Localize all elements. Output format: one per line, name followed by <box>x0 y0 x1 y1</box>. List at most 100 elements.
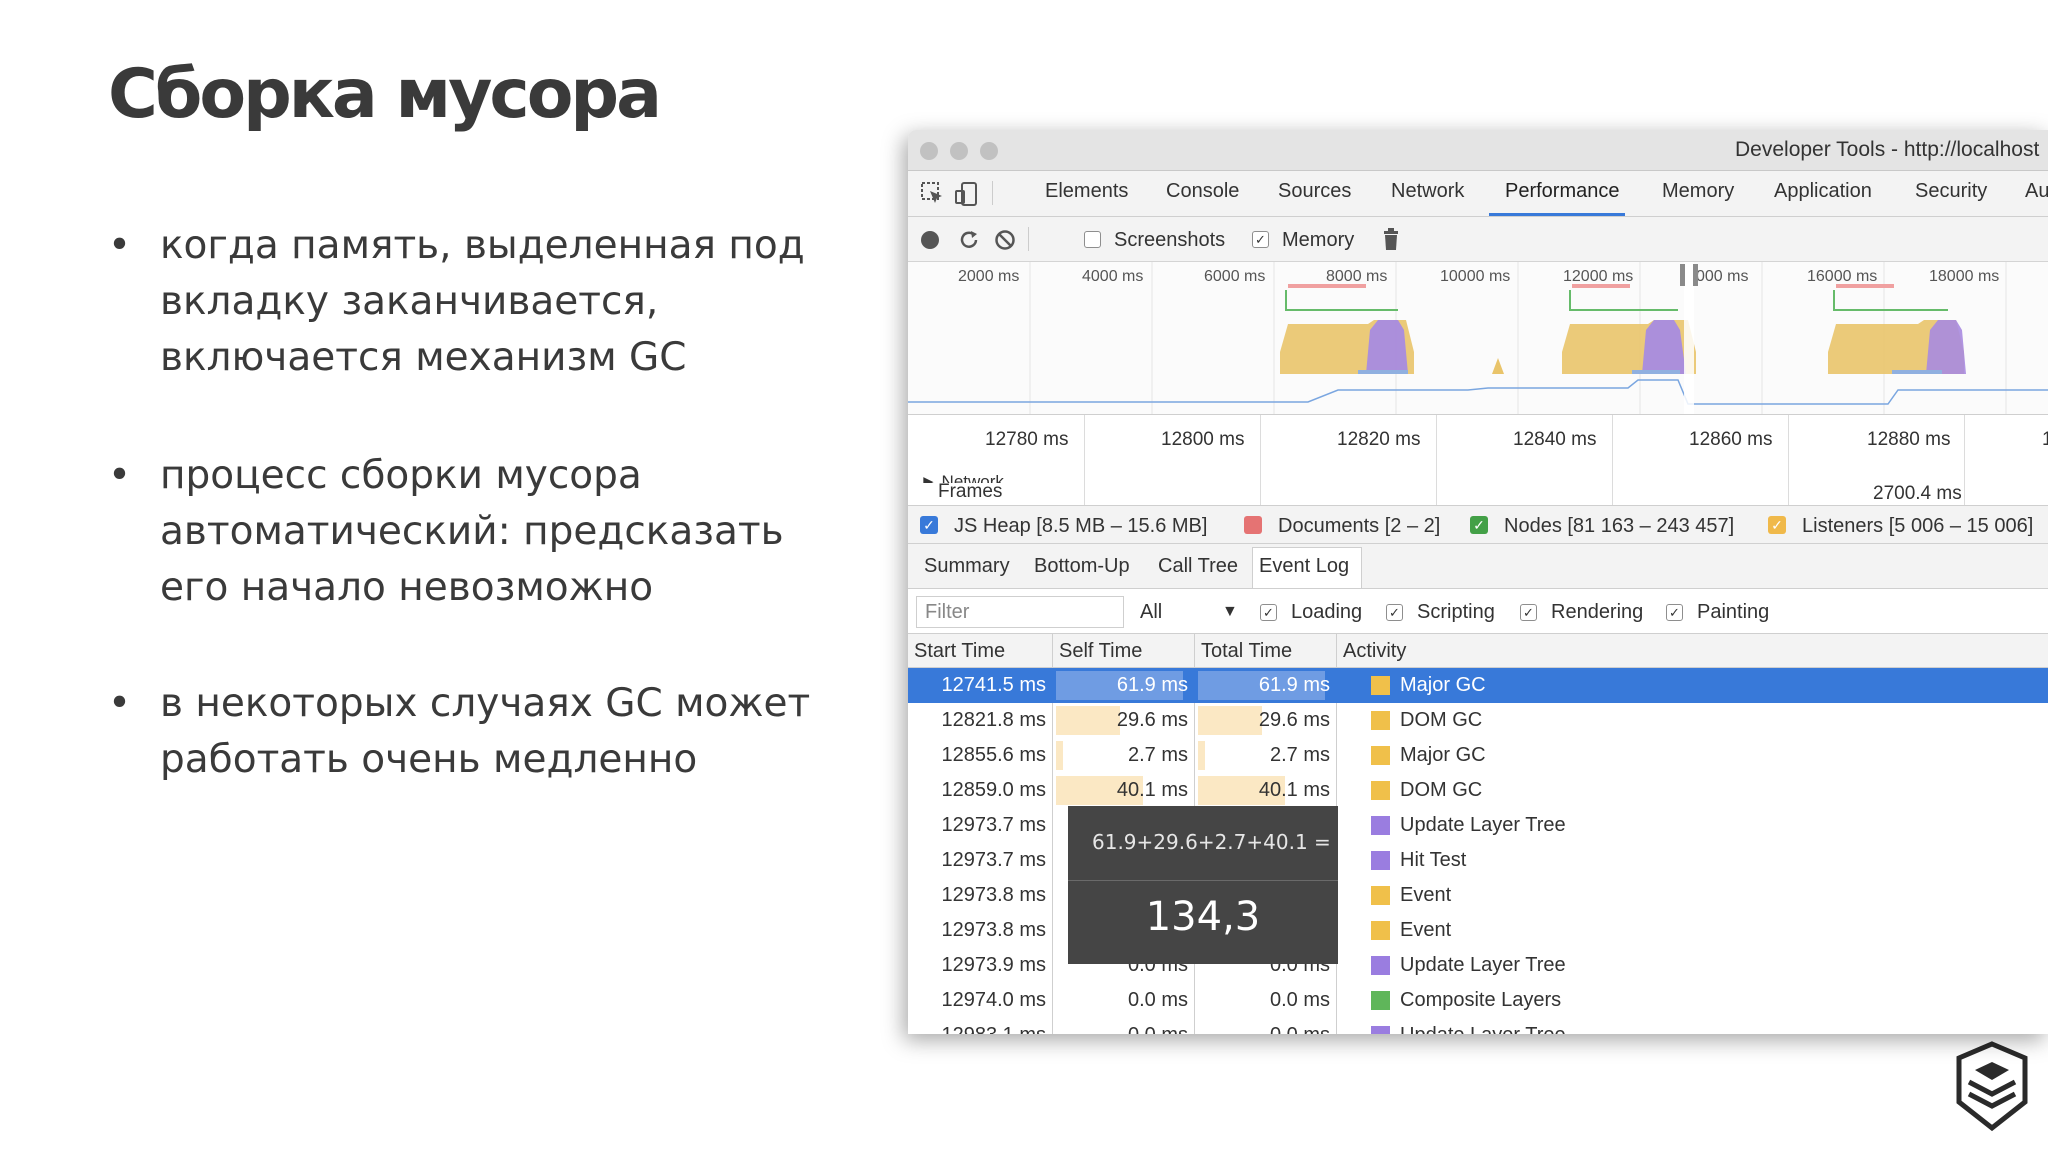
bullet-marker: • <box>108 223 132 268</box>
nodes-label: Nodes [81 163 – 243 457] <box>1504 515 1735 537</box>
start-time-cell: 12973.9 ms <box>941 954 1046 976</box>
activity-color-swatch <box>1371 956 1390 975</box>
total-time-cell: 2.7 ms <box>1269 744 1330 766</box>
trash-icon[interactable] <box>1382 227 1400 251</box>
column-start-time[interactable]: Start Time <box>914 640 1005 663</box>
start-time-cell: 12855.6 ms <box>941 744 1046 766</box>
memory-checkbox[interactable]: ✓ <box>1252 231 1269 248</box>
ruler-tick: 12840 ms <box>1513 429 1597 450</box>
bullet-line: процесс сборки мусора <box>160 453 642 498</box>
start-time-cell: 12741.5 ms <box>941 674 1046 696</box>
activity-color-swatch <box>1371 921 1390 940</box>
self-time-cell: 0.0 ms <box>1128 1024 1188 1034</box>
reload-icon[interactable] <box>958 229 980 251</box>
subtab-bottom-up[interactable]: Bottom-Up <box>1034 555 1130 578</box>
chevron-down-icon[interactable]: ▼ <box>1222 603 1238 621</box>
activity-color-swatch <box>1371 676 1390 695</box>
maximize-window-button[interactable] <box>980 142 998 160</box>
self-time-bar <box>1056 741 1063 770</box>
loading-checkbox[interactable]: ✓ <box>1260 604 1277 621</box>
start-time-cell: 12821.8 ms <box>941 709 1046 731</box>
rendering-checkbox[interactable]: ✓ <box>1520 604 1537 621</box>
painting-checkbox[interactable]: ✓ <box>1666 604 1683 621</box>
event-log-header: Start Time Self Time Total Time Activity <box>908 634 2048 668</box>
timeline-overview[interactable]: 2000 ms 4000 ms 6000 ms 8000 ms 10000 ms… <box>908 262 2048 415</box>
subtab-event-log[interactable]: Event Log <box>1259 555 1349 578</box>
self-time-bar <box>1056 706 1120 735</box>
painting-label: Painting <box>1697 601 1770 623</box>
bullet-line: включается механизм GC <box>160 335 687 380</box>
bullet-line: когда память, выделенная под <box>160 223 805 268</box>
minimize-window-button[interactable] <box>950 142 968 160</box>
documents-checkbox[interactable] <box>1244 516 1262 534</box>
column-self-time[interactable]: Self Time <box>1059 640 1142 663</box>
activity-color-swatch <box>1371 816 1390 835</box>
frames-label: Frames <box>938 481 1003 502</box>
tab-elements[interactable]: Elements <box>1045 180 1128 203</box>
table-row[interactable]: 12855.6 ms 2.7 ms 2.7 ms Major GC <box>908 738 2048 773</box>
total-time-bar <box>1198 741 1205 770</box>
ruler-tick: 12880 ms <box>1867 429 1951 450</box>
activity-cell: Composite Layers <box>1400 989 1562 1011</box>
table-row[interactable]: 12741.5 ms 61.9 ms 61.9 ms Major GC <box>908 668 2048 703</box>
listeners-checkbox[interactable]: ✓ <box>1768 516 1786 534</box>
bullet-line: автоматический: предсказать <box>160 509 784 554</box>
self-time-cell: 29.6 ms <box>1116 709 1188 731</box>
scripting-checkbox[interactable]: ✓ <box>1386 604 1403 621</box>
company-logo-icon <box>1956 1041 2028 1132</box>
ruler-tick: 1 <box>2042 429 2048 450</box>
screenshots-checkbox[interactable] <box>1084 231 1101 248</box>
tab-console[interactable]: Console <box>1166 180 1239 203</box>
table-row[interactable]: 12983.1 ms 0.0 ms 0.0 ms Update Layer Tree <box>908 1018 2048 1034</box>
nodes-checkbox[interactable]: ✓ <box>1470 516 1488 534</box>
self-time-cell: 40.1 ms <box>1116 779 1188 801</box>
activity-cell: Update Layer Tree <box>1400 814 1566 836</box>
tab-network[interactable]: Network <box>1391 180 1464 203</box>
table-row[interactable]: 12859.0 ms 40.1 ms 40.1 ms DOM GC <box>908 773 2048 808</box>
clear-icon[interactable] <box>994 229 1016 251</box>
window-title: Developer Tools - http://localhost <box>1735 138 2040 161</box>
activity-cell: Major GC <box>1400 744 1486 766</box>
record-icon[interactable] <box>920 230 940 250</box>
table-row[interactable]: 12821.8 ms 29.6 ms 29.6 ms DOM GC <box>908 703 2048 738</box>
bullet-line: в некоторых случаях GC может <box>160 681 811 726</box>
close-window-button[interactable] <box>920 142 938 160</box>
activity-cell: DOM GC <box>1400 779 1483 801</box>
memory-label: Memory <box>1282 229 1355 251</box>
bullet-line: вкладку заканчивается, <box>160 279 659 324</box>
bullet-marker: • <box>108 453 132 498</box>
column-total-time[interactable]: Total Time <box>1201 640 1292 663</box>
tab-memory[interactable]: Memory <box>1662 180 1734 203</box>
start-time-cell: 12973.8 ms <box>941 919 1046 941</box>
activity-cell: Major GC <box>1400 674 1486 696</box>
filter-input[interactable]: Filter <box>916 596 1124 628</box>
column-activity[interactable]: Activity <box>1343 640 1406 663</box>
loading-label: Loading <box>1291 601 1363 623</box>
activity-color-swatch <box>1371 781 1390 800</box>
calculator-expression: 61.9+29.6+2.7+40.1 = <box>1092 830 1331 854</box>
activity-cell: Hit Test <box>1400 849 1467 871</box>
inspect-element-icon[interactable] <box>920 181 946 207</box>
frames-value: 2700.4 ms <box>1873 483 1962 504</box>
subtab-call-tree[interactable]: Call Tree <box>1158 555 1238 578</box>
js-heap-checkbox[interactable]: ✓ <box>920 516 938 534</box>
device-toolbar-icon[interactable] <box>954 181 980 207</box>
activity-color-swatch <box>1371 746 1390 765</box>
tab-audits[interactable]: Au <box>2025 180 2048 203</box>
activity-color-swatch <box>1371 851 1390 870</box>
duration-dropdown[interactable]: All <box>1140 601 1162 624</box>
tab-security[interactable]: Security <box>1915 180 1987 203</box>
ruler-tick: 12800 ms <box>1161 429 1245 450</box>
tab-application[interactable]: Application <box>1774 180 1872 203</box>
activity-cell: Event <box>1400 884 1452 906</box>
total-time-bar <box>1198 706 1262 735</box>
tab-performance[interactable]: Performance <box>1505 180 1620 203</box>
scripting-label: Scripting <box>1417 601 1495 623</box>
subtab-summary[interactable]: Summary <box>924 555 1010 578</box>
activity-color-swatch <box>1371 886 1390 905</box>
listeners-label: Listeners [5 006 – 15 006] <box>1802 515 2034 537</box>
active-tab-indicator <box>1489 213 1625 216</box>
table-row[interactable]: 12974.0 ms 0.0 ms 0.0 ms Composite Layers <box>908 983 2048 1018</box>
tab-sources[interactable]: Sources <box>1278 180 1351 203</box>
ruler-tick: 12820 ms <box>1337 429 1421 450</box>
